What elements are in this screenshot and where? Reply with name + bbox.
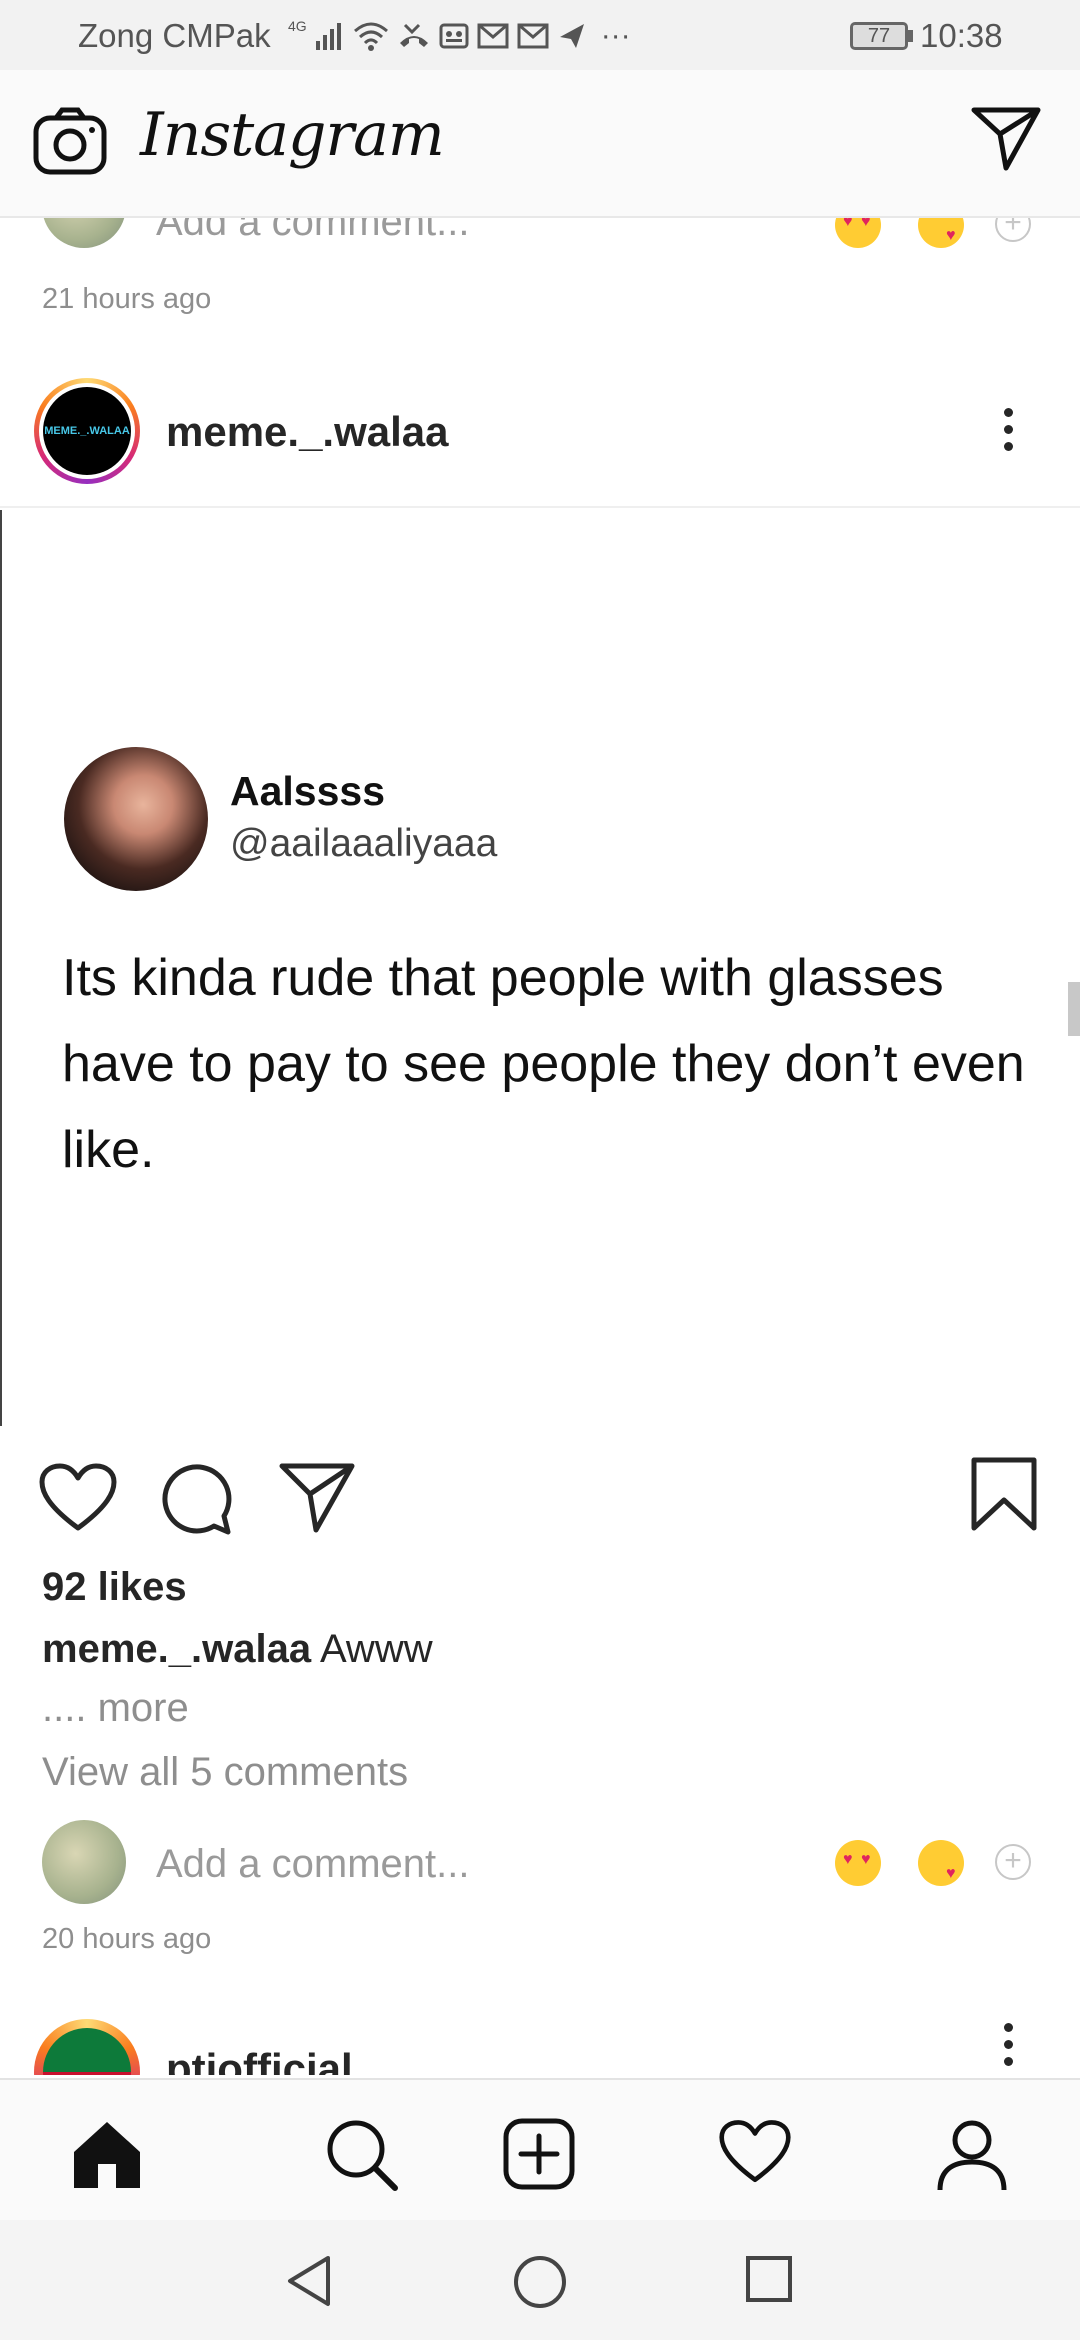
scrollbar[interactable] — [1068, 982, 1080, 1036]
post-image[interactable]: Aalssss @aailaaaliyaaa Its kinda rude th… — [0, 510, 1080, 1426]
more-options-icon[interactable] — [1000, 408, 1016, 458]
tweet-handle: @aailaaaliyaaa — [230, 822, 498, 865]
camera-icon[interactable] — [32, 106, 108, 176]
notification-icon — [439, 23, 469, 49]
heart-eyes-emoji-icon[interactable]: ♥ ♥ — [835, 1840, 881, 1886]
previous-post-timestamp: 21 hours ago — [42, 283, 212, 315]
new-post-icon[interactable] — [503, 2118, 575, 2190]
missed-call-icon — [399, 23, 428, 47]
instagram-logo: Instagram — [140, 100, 445, 170]
share-send-icon[interactable] — [278, 1460, 356, 1534]
add-emoji-icon[interactable]: + — [995, 1844, 1031, 1880]
profile-icon[interactable] — [935, 2118, 1009, 2192]
like-heart-icon[interactable] — [38, 1462, 118, 1534]
next-post-username[interactable]: ptiofficial — [166, 2045, 353, 2075]
gmail-icon — [477, 23, 509, 49]
status-bar: Zong CMPak 4G ··· 77 10:38 — [0, 0, 1080, 70]
view-all-comments-link[interactable]: View all 5 comments — [42, 1750, 408, 1795]
tweet-text: Its kinda rude that people with glasses … — [62, 949, 1025, 1179]
post-caption: meme._.walaa Awww — [42, 1627, 433, 1672]
carrier-name: Zong CMPak — [78, 17, 271, 54]
like-count[interactable]: 92 likes — [42, 1565, 187, 1610]
status-icons: 4G ··· — [288, 14, 631, 58]
signal-icon — [315, 23, 341, 50]
network-type: 4G — [288, 18, 307, 34]
battery-icon: 77 — [850, 22, 908, 50]
comment-row: Add a comment... ♥ ♥ ♥ + — [0, 1816, 1080, 1916]
save-bookmark-icon[interactable] — [970, 1456, 1038, 1532]
comment-icon[interactable] — [160, 1462, 234, 1536]
post-avatar: MEME._.WALAA — [43, 387, 131, 475]
next-post-header: ptiofficial — [0, 2015, 1080, 2075]
activity-heart-icon[interactable] — [718, 2118, 792, 2186]
kiss-emoji-icon[interactable]: ♥ — [918, 1840, 964, 1886]
story-ring[interactable] — [34, 2019, 140, 2075]
wifi-icon — [353, 22, 388, 51]
post-header: MEME._.WALAA meme._.walaa — [0, 372, 1080, 508]
bottom-tab-bar — [0, 2078, 1080, 2220]
home-icon[interactable] — [70, 2118, 144, 2190]
app-header: Instagram — [0, 70, 1080, 218]
more-options-icon[interactable] — [1000, 2023, 1016, 2073]
direct-message-icon[interactable] — [970, 104, 1042, 172]
caption-username[interactable]: meme._.walaa — [42, 1627, 311, 1671]
search-icon[interactable] — [325, 2118, 399, 2192]
tweet-avatar — [64, 747, 208, 891]
caption-more-link[interactable]: .... more — [42, 1686, 189, 1731]
battery-level: 77 — [867, 25, 891, 47]
more-notifications-icon: ··· — [600, 19, 631, 52]
system-navigation-bar — [0, 2220, 1080, 2340]
caption-text: Awww — [311, 1627, 433, 1671]
clock: 10:38 — [920, 17, 1003, 54]
home-circle-icon[interactable] — [512, 2254, 568, 2310]
current-user-avatar — [42, 1820, 126, 1904]
next-post-avatar — [43, 2028, 131, 2075]
recents-square-icon[interactable] — [744, 2254, 794, 2304]
battery-tip — [908, 30, 913, 42]
story-ring[interactable]: MEME._.WALAA — [34, 378, 140, 484]
post-timestamp: 20 hours ago — [42, 1923, 212, 1955]
post-username[interactable]: meme._.walaa — [166, 408, 449, 456]
post-actions — [0, 1450, 1080, 1540]
add-comment-input[interactable]: Add a comment... — [156, 1842, 469, 1887]
gmail-icon — [517, 23, 549, 49]
send-icon — [559, 24, 584, 48]
tweet-author-name: Aalssss — [230, 768, 386, 814]
back-icon[interactable] — [284, 2254, 334, 2308]
